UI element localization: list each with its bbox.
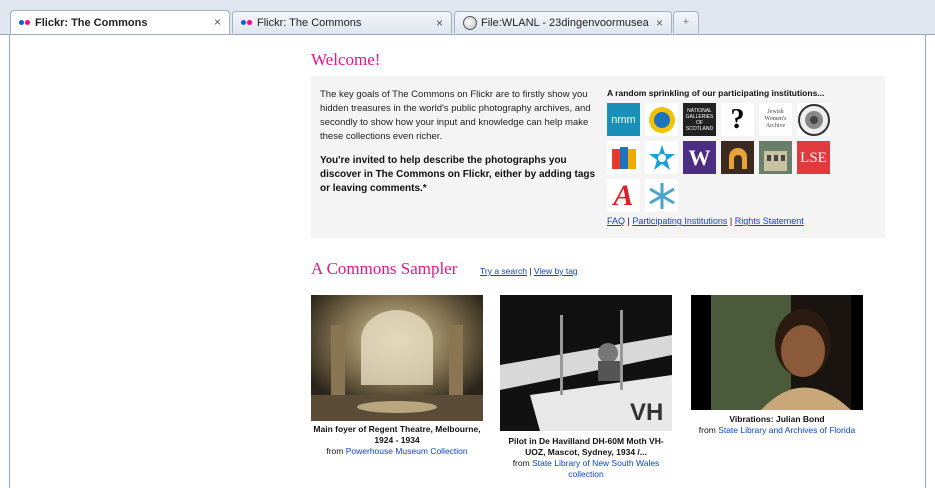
photo-source: from State Library and Archives of Flori… (699, 425, 855, 435)
tab-label: File:WLANL - 23dingenvoormusea -... (481, 16, 651, 29)
from-label: from (512, 458, 533, 468)
source-link[interactable]: State Library and Archives of Florida (718, 425, 855, 435)
photo-pilot-moth[interactable]: VH (500, 295, 672, 431)
window-border-left (9, 35, 10, 488)
photo-title[interactable]: Pilot in De Havilland DH-60M Moth VH-UOZ… (500, 436, 672, 458)
logo-powerhouse[interactable] (645, 103, 678, 136)
tab-wikimedia-file[interactable]: File:WLANL - 23dingenvoormusea -... × (454, 11, 672, 33)
logo-seal[interactable] (797, 103, 830, 136)
logo-jewish-womens-archive[interactable]: Jewish Women's Archive (759, 103, 792, 136)
tab-flickr-commons-2[interactable]: Flickr: The Commons × (232, 11, 452, 33)
book-icon (611, 146, 636, 169)
sampler-links: Try a search | View by tag (480, 266, 578, 276)
logo-uw[interactable]: W (683, 141, 716, 174)
try-search-link[interactable]: Try a search (480, 266, 527, 276)
view-by-tag-link[interactable]: View by tag (534, 266, 578, 276)
sun-icon (648, 106, 675, 133)
arch-icon (728, 147, 747, 169)
participating-institutions-link[interactable]: Participating Institutions (632, 216, 727, 226)
portrait-photo (691, 295, 863, 410)
intro-text: The key goals of The Commons on Flickr a… (320, 89, 591, 142)
seal-icon (797, 103, 830, 136)
logo-snowflake[interactable] (645, 179, 678, 212)
close-icon[interactable]: × (436, 16, 443, 30)
logo-book[interactable] (607, 141, 640, 174)
from-label: from (326, 446, 346, 456)
source-link[interactable]: State Library of New South Wales collect… (532, 458, 659, 479)
window-border-right (925, 35, 926, 488)
photo-julian-bond[interactable] (691, 295, 863, 410)
wikimedia-icon (463, 15, 477, 30)
logo-lse[interactable]: LSE (797, 141, 830, 174)
logo-a[interactable]: A (607, 179, 640, 212)
tab-flickr-commons-1[interactable]: Flickr: The Commons × (10, 10, 230, 34)
sampler-heading: A Commons Sampler (311, 259, 458, 278)
source-link[interactable]: Powerhouse Museum Collection (346, 446, 468, 456)
building-icon (759, 141, 792, 174)
link-separator: | (526, 266, 534, 276)
flickr-icon (241, 20, 252, 25)
logo-question[interactable]: ? (721, 103, 754, 136)
welcome-panel: The key goals of The Commons on Flickr a… (311, 76, 885, 238)
photo-title[interactable]: Vibrations: Julian Bond (691, 414, 863, 425)
institutions-title: A random sprinkling of our participating… (607, 88, 825, 98)
snowflake-icon (648, 182, 675, 209)
caption-julian-bond: Vibrations: Julian Bond from State Libra… (691, 414, 863, 436)
logo-nmm[interactable]: nmm (607, 103, 640, 136)
photo-source: from Powerhouse Museum Collection (326, 446, 467, 456)
logo-national-galleries-scotland[interactable]: NATIONAL GALLERIES OF SCOTLAND (683, 103, 716, 136)
flickr-icon (19, 20, 30, 25)
caption-regent-theatre: Main foyer of Regent Theatre, Melbourne,… (311, 424, 483, 457)
faq-link[interactable]: FAQ (607, 216, 625, 226)
logo-arch[interactable] (721, 141, 754, 174)
tab-label: Flickr: The Commons (35, 16, 148, 29)
plane-photo: VH (500, 295, 672, 431)
photo-regent-theatre[interactable] (311, 295, 483, 421)
invite-text: You're invited to help describe the phot… (320, 155, 596, 194)
from-label: from (698, 425, 719, 435)
new-tab-button[interactable]: + (673, 11, 699, 33)
photo-title[interactable]: Main foyer of Regent Theatre, Melbourne,… (311, 424, 483, 446)
star-icon (648, 144, 675, 170)
info-links: FAQ | Participating Institutions | Right… (607, 216, 804, 226)
close-icon[interactable]: × (214, 15, 221, 29)
link-separator: | (727, 216, 735, 226)
logo-star[interactable] (645, 141, 678, 174)
close-icon[interactable]: × (656, 16, 663, 30)
logo-building-photo[interactable] (759, 141, 792, 174)
theatre-photo (311, 295, 483, 421)
rights-statement-link[interactable]: Rights Statement (735, 216, 804, 226)
welcome-heading: Welcome! (311, 50, 381, 69)
tab-bar: Flickr: The Commons × Flickr: The Common… (0, 0, 935, 35)
photo-source: from State Library of New South Wales co… (513, 458, 660, 479)
tab-label: Flickr: The Commons (257, 16, 362, 29)
caption-pilot-moth: Pilot in De Havilland DH-60M Moth VH-UOZ… (500, 436, 672, 480)
svg-text:VH: VH (630, 399, 663, 426)
